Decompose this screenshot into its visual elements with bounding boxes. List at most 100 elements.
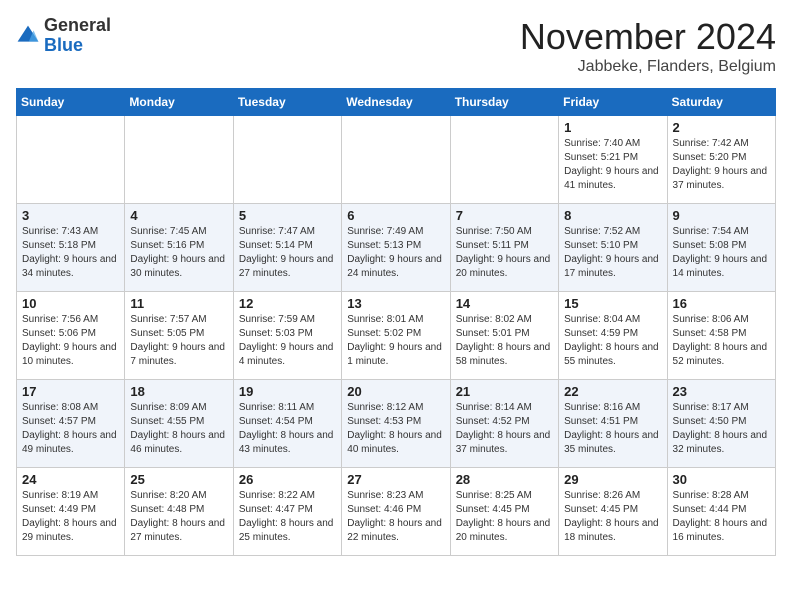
- calendar-cell: 28 Sunrise: 8:25 AM Sunset: 4:45 PM Dayli…: [450, 468, 558, 556]
- day-number: 23: [673, 384, 770, 399]
- calendar-cell: 18 Sunrise: 8:09 AM Sunset: 4:55 PM Dayli…: [125, 380, 233, 468]
- calendar-cell: 29 Sunrise: 8:26 AM Sunset: 4:45 PM Dayli…: [559, 468, 667, 556]
- day-number: 28: [456, 472, 553, 487]
- day-number: 29: [564, 472, 661, 487]
- day-number: 17: [22, 384, 119, 399]
- calendar-cell: 10Sunrise: 7:56 AM Sunset: 5:06 PM Dayli…: [17, 292, 125, 380]
- header-thursday: Thursday: [450, 89, 558, 116]
- week-row-1: 1 Sunrise: 7:40 AM Sunset: 5:21 PM Daylig…: [17, 116, 776, 204]
- day-info: Sunrise: 8:11 AM Sunset: 4:54 PM Dayligh…: [239, 401, 336, 457]
- calendar-cell: 17 Sunrise: 8:08 AM Sunset: 4:57 PM Dayli…: [17, 380, 125, 468]
- day-info: Sunrise: 7:47 AM Sunset: 5:14 PM Dayligh…: [239, 225, 336, 281]
- calendar-cell: 12Sunrise: 7:59 AM Sunset: 5:03 PM Dayli…: [233, 292, 341, 380]
- week-row-4: 17 Sunrise: 8:08 AM Sunset: 4:57 PM Dayli…: [17, 380, 776, 468]
- calendar-cell: [233, 116, 341, 204]
- day-info: Sunrise: 8:12 AM Sunset: 4:53 PM Dayligh…: [347, 401, 444, 457]
- location-title: Jabbeke, Flanders, Belgium: [520, 58, 776, 76]
- day-info: Sunrise: 7:57 AM Sunset: 5:05 PM Dayligh…: [130, 313, 227, 369]
- calendar-cell: 7 Sunrise: 7:50 AM Sunset: 5:11 PM Daylig…: [450, 204, 558, 292]
- day-info: Sunrise: 8:14 AM Sunset: 4:52 PM Dayligh…: [456, 401, 553, 457]
- calendar-cell: 30Sunrise: 8:28 AM Sunset: 4:44 PM Dayli…: [667, 468, 775, 556]
- calendar-cell: [342, 116, 450, 204]
- header-friday: Friday: [559, 89, 667, 116]
- logo-blue: Blue: [44, 36, 111, 56]
- week-row-5: 24Sunrise: 8:19 AM Sunset: 4:49 PM Dayli…: [17, 468, 776, 556]
- day-info: Sunrise: 7:49 AM Sunset: 5:13 PM Dayligh…: [347, 225, 444, 281]
- day-number: 21: [456, 384, 553, 399]
- day-number: 11: [130, 296, 227, 311]
- day-number: 25: [130, 472, 227, 487]
- calendar-cell: 6 Sunrise: 7:49 AM Sunset: 5:13 PM Daylig…: [342, 204, 450, 292]
- page-header: General Blue November 2024 Jabbeke, Flan…: [16, 16, 776, 76]
- day-number: 4: [130, 208, 227, 223]
- calendar-table: SundayMondayTuesdayWednesdayThursdayFrid…: [16, 88, 776, 556]
- calendar-cell: [450, 116, 558, 204]
- header-wednesday: Wednesday: [342, 89, 450, 116]
- day-info: Sunrise: 8:08 AM Sunset: 4:57 PM Dayligh…: [22, 401, 119, 457]
- day-number: 22: [564, 384, 661, 399]
- header-saturday: Saturday: [667, 89, 775, 116]
- day-number: 3: [22, 208, 119, 223]
- calendar-cell: [17, 116, 125, 204]
- calendar-cell: 14Sunrise: 8:02 AM Sunset: 5:01 PM Dayli…: [450, 292, 558, 380]
- day-number: 27: [347, 472, 444, 487]
- calendar-cell: 26 Sunrise: 8:22 AM Sunset: 4:47 PM Dayli…: [233, 468, 341, 556]
- calendar-cell: 9Sunrise: 7:54 AM Sunset: 5:08 PM Daylig…: [667, 204, 775, 292]
- day-number: 13: [347, 296, 444, 311]
- day-number: 6: [347, 208, 444, 223]
- calendar-cell: [125, 116, 233, 204]
- day-info: Sunrise: 7:43 AM Sunset: 5:18 PM Dayligh…: [22, 225, 119, 281]
- day-info: Sunrise: 8:22 AM Sunset: 4:47 PM Dayligh…: [239, 489, 336, 545]
- day-number: 19: [239, 384, 336, 399]
- calendar-cell: 13 Sunrise: 8:01 AM Sunset: 5:02 PM Dayli…: [342, 292, 450, 380]
- day-info: Sunrise: 8:01 AM Sunset: 5:02 PM Dayligh…: [347, 313, 444, 369]
- day-info: Sunrise: 8:20 AM Sunset: 4:48 PM Dayligh…: [130, 489, 227, 545]
- calendar-cell: 24Sunrise: 8:19 AM Sunset: 4:49 PM Dayli…: [17, 468, 125, 556]
- calendar-cell: 16Sunrise: 8:06 AM Sunset: 4:58 PM Dayli…: [667, 292, 775, 380]
- day-info: Sunrise: 7:52 AM Sunset: 5:10 PM Dayligh…: [564, 225, 661, 281]
- calendar-cell: 3 Sunrise: 7:43 AM Sunset: 5:18 PM Daylig…: [17, 204, 125, 292]
- title-block: November 2024 Jabbeke, Flanders, Belgium: [520, 16, 776, 76]
- day-number: 16: [673, 296, 770, 311]
- day-number: 20: [347, 384, 444, 399]
- day-info: Sunrise: 8:23 AM Sunset: 4:46 PM Dayligh…: [347, 489, 444, 545]
- calendar-cell: 15 Sunrise: 8:04 AM Sunset: 4:59 PM Dayli…: [559, 292, 667, 380]
- day-info: Sunrise: 7:56 AM Sunset: 5:06 PM Dayligh…: [22, 313, 119, 369]
- calendar-cell: 25 Sunrise: 8:20 AM Sunset: 4:48 PM Dayli…: [125, 468, 233, 556]
- day-info: Sunrise: 7:50 AM Sunset: 5:11 PM Dayligh…: [456, 225, 553, 281]
- day-info: Sunrise: 8:04 AM Sunset: 4:59 PM Dayligh…: [564, 313, 661, 369]
- calendar-cell: 27 Sunrise: 8:23 AM Sunset: 4:46 PM Dayli…: [342, 468, 450, 556]
- day-number: 26: [239, 472, 336, 487]
- week-row-2: 3 Sunrise: 7:43 AM Sunset: 5:18 PM Daylig…: [17, 204, 776, 292]
- logo: General Blue: [16, 16, 111, 56]
- day-number: 8: [564, 208, 661, 223]
- logo-text: General Blue: [44, 16, 111, 56]
- calendar-cell: 4 Sunrise: 7:45 AM Sunset: 5:16 PM Daylig…: [125, 204, 233, 292]
- day-info: Sunrise: 7:45 AM Sunset: 5:16 PM Dayligh…: [130, 225, 227, 281]
- month-title: November 2024: [520, 16, 776, 58]
- day-number: 5: [239, 208, 336, 223]
- day-info: Sunrise: 8:25 AM Sunset: 4:45 PM Dayligh…: [456, 489, 553, 545]
- day-number: 1: [564, 120, 661, 135]
- day-info: Sunrise: 8:17 AM Sunset: 4:50 PM Dayligh…: [673, 401, 770, 457]
- logo-general: General: [44, 16, 111, 36]
- day-number: 12: [239, 296, 336, 311]
- day-number: 15: [564, 296, 661, 311]
- day-info: Sunrise: 8:26 AM Sunset: 4:45 PM Dayligh…: [564, 489, 661, 545]
- header-row: SundayMondayTuesdayWednesdayThursdayFrid…: [17, 89, 776, 116]
- calendar-cell: 19 Sunrise: 8:11 AM Sunset: 4:54 PM Dayli…: [233, 380, 341, 468]
- calendar-cell: 1 Sunrise: 7:40 AM Sunset: 5:21 PM Daylig…: [559, 116, 667, 204]
- calendar-cell: 2 Sunrise: 7:42 AM Sunset: 5:20 PM Daylig…: [667, 116, 775, 204]
- day-number: 2: [673, 120, 770, 135]
- calendar-cell: 11 Sunrise: 7:57 AM Sunset: 5:05 PM Dayli…: [125, 292, 233, 380]
- day-info: Sunrise: 8:28 AM Sunset: 4:44 PM Dayligh…: [673, 489, 770, 545]
- day-info: Sunrise: 7:40 AM Sunset: 5:21 PM Dayligh…: [564, 137, 661, 193]
- day-info: Sunrise: 8:09 AM Sunset: 4:55 PM Dayligh…: [130, 401, 227, 457]
- calendar-cell: 22Sunrise: 8:16 AM Sunset: 4:51 PM Dayli…: [559, 380, 667, 468]
- day-number: 18: [130, 384, 227, 399]
- calendar-cell: 8 Sunrise: 7:52 AM Sunset: 5:10 PM Daylig…: [559, 204, 667, 292]
- day-number: 7: [456, 208, 553, 223]
- day-info: Sunrise: 7:42 AM Sunset: 5:20 PM Dayligh…: [673, 137, 770, 193]
- logo-icon: [16, 24, 40, 48]
- week-row-3: 10Sunrise: 7:56 AM Sunset: 5:06 PM Dayli…: [17, 292, 776, 380]
